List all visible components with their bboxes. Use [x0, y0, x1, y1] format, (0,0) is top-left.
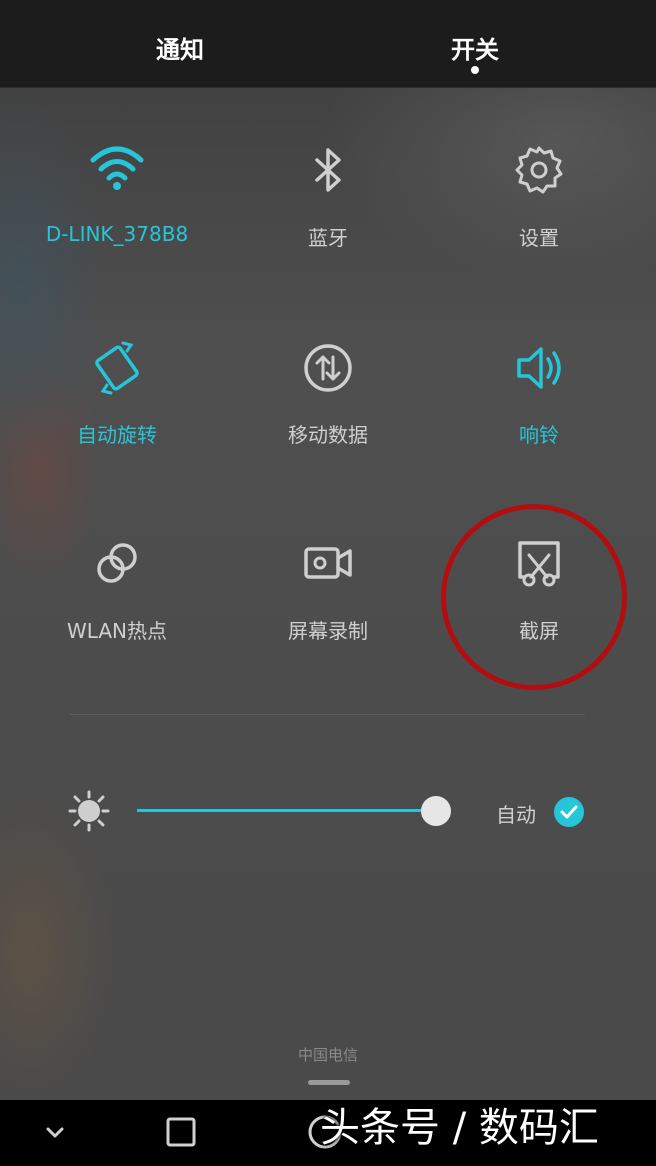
- tile-label-ringer: 响铃: [519, 423, 559, 447]
- drag-handle[interactable]: [308, 1080, 350, 1085]
- panel-header: 通知 开关: [0, 0, 656, 87]
- screen-record-icon: [304, 547, 352, 579]
- home-square-icon[interactable]: [165, 1116, 197, 1148]
- chevron-down-icon[interactable]: [40, 1120, 70, 1146]
- tile-label-hotspot: WLAN热点: [66, 619, 168, 643]
- watermark-text: 头条号 / 数码汇: [320, 1105, 599, 1151]
- tile-bluetooth[interactable]: 蓝牙: [223, 140, 433, 300]
- tile-label-auto-rotate: 自动旋转: [77, 423, 157, 447]
- tile-label-wifi: D-LINK_378B8: [45, 222, 189, 246]
- tile-label-mobile-data: 移动数据: [288, 423, 368, 447]
- tile-settings[interactable]: 设置: [434, 140, 644, 300]
- auto-brightness-label: 自动: [496, 803, 536, 827]
- carrier-label: 中国电信: [297, 1046, 358, 1064]
- tile-auto-rotate[interactable]: 自动旋转: [12, 337, 222, 497]
- bluetooth-icon: [315, 148, 341, 192]
- hotspot-icon: [97, 543, 137, 583]
- check-icon: [560, 805, 578, 819]
- brightness-icon: [68, 790, 110, 832]
- gear-icon: [515, 146, 563, 194]
- tab-toggles[interactable]: 开关: [415, 30, 535, 65]
- header-divider: [0, 87, 656, 88]
- speaker-icon: [517, 347, 561, 389]
- tab-notifications[interactable]: 通知: [120, 30, 240, 65]
- tile-wifi[interactable]: D-LINK_378B8: [12, 140, 222, 300]
- tile-label-bluetooth: 蓝牙: [308, 226, 348, 250]
- tile-label-settings: 设置: [519, 226, 559, 250]
- rotate-icon: [95, 341, 139, 395]
- mobile-data-icon: [304, 344, 352, 392]
- tile-label-screen-record: 屏幕录制: [288, 619, 368, 643]
- auto-brightness-checkbox[interactable]: [554, 797, 584, 827]
- tile-ringer[interactable]: 响铃: [434, 337, 644, 497]
- tile-hotspot[interactable]: WLAN热点: [12, 533, 222, 693]
- section-divider: [70, 714, 585, 715]
- wifi-icon: [90, 146, 144, 190]
- brightness-slider-track[interactable]: [137, 809, 437, 812]
- tile-mobile-data[interactable]: 移动数据: [223, 337, 433, 497]
- tile-screen-record[interactable]: 屏幕录制: [223, 533, 433, 693]
- active-tab-indicator: [471, 66, 479, 74]
- annotation-circle: [441, 504, 627, 690]
